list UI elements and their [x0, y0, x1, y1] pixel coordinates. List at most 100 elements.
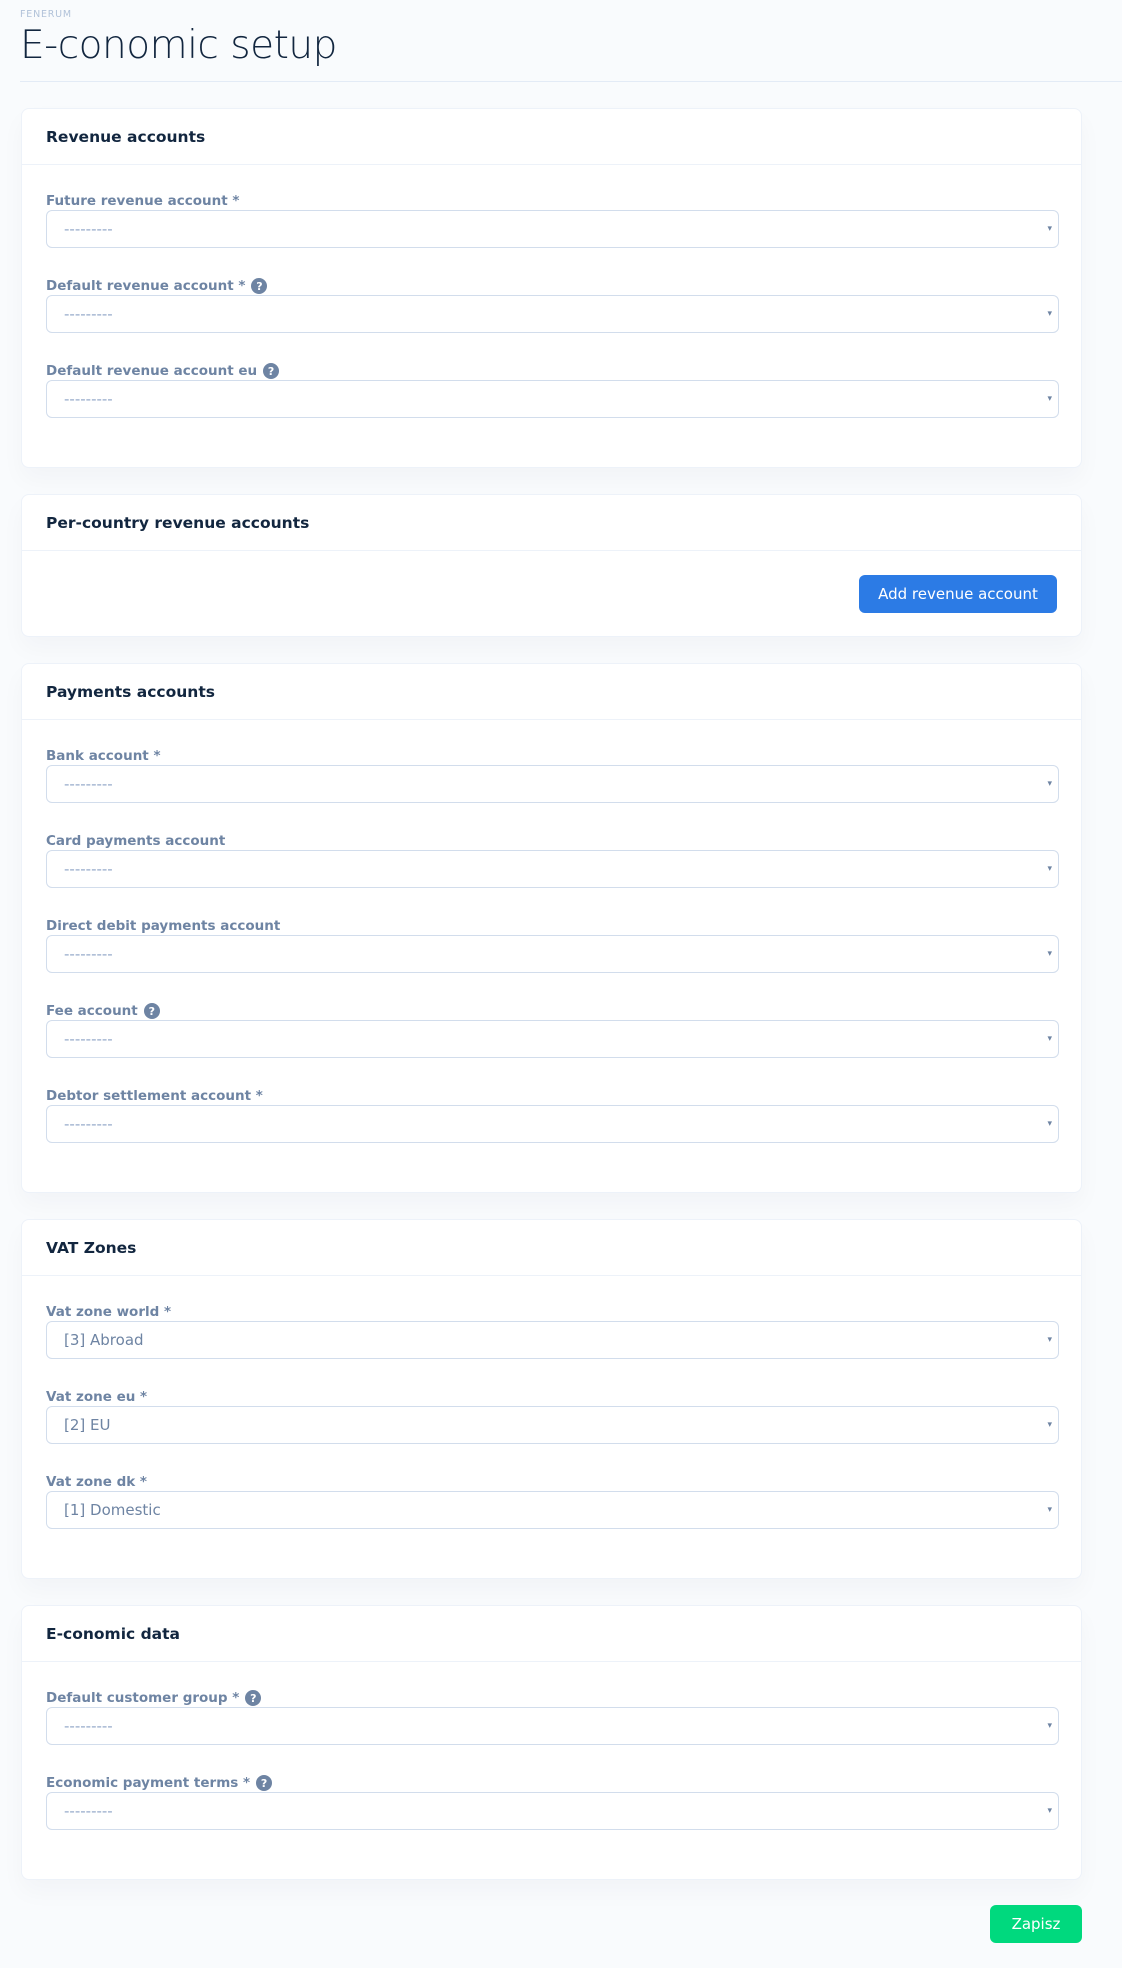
caret-down-icon: ▾	[1047, 224, 1052, 234]
question-circle-icon[interactable]: ?	[143, 1003, 160, 1019]
question-circle-icon[interactable]: ?	[251, 278, 268, 294]
caret-down-icon: ▾	[1047, 1034, 1052, 1044]
default-revenue-account-eu-field: Default revenue account eu? --------- ▾	[46, 361, 1059, 446]
field-label-text: Fee account	[46, 1003, 138, 1019]
per-country-revenue-card: Per-country revenue accounts Add revenue…	[21, 494, 1082, 637]
future-revenue-account-select[interactable]: --------- ▾	[46, 210, 1059, 248]
field-label: Default customer group *?	[46, 1688, 262, 1708]
card-title: E-conomic data	[46, 1624, 181, 1643]
debtor-settlement-account-select[interactable]: --------- ▾	[46, 1105, 1059, 1143]
field-label: Debtor settlement account *	[46, 1086, 263, 1106]
card-payments-account-field: Card payments account --------- ▾	[46, 831, 1059, 916]
select-value: ---------	[64, 305, 113, 323]
field-label: Fee account?	[46, 1001, 160, 1021]
vat-zone-world-select[interactable]: [3] Abroad ▾	[46, 1321, 1059, 1359]
economic-payment-terms-field: Economic payment terms *? --------- ▾	[46, 1773, 1059, 1858]
field-label: Vat zone dk *	[46, 1472, 147, 1492]
select-value: ---------	[64, 860, 113, 878]
field-label: Direct debit payments account	[46, 916, 280, 936]
add-revenue-account-button[interactable]: Add revenue account	[859, 575, 1057, 613]
field-label: Economic payment terms *?	[46, 1773, 273, 1793]
page-pretitle: FENERUM	[20, 9, 72, 20]
field-label: Future revenue account *	[46, 191, 239, 211]
field-label: Vat zone world *	[46, 1302, 171, 1322]
future-revenue-account-field: Future revenue account * --------- ▾	[46, 191, 1059, 276]
card-body: Future revenue account * --------- ▾ Def…	[22, 165, 1081, 446]
card-payments-account-select[interactable]: --------- ▾	[46, 850, 1059, 888]
caret-down-icon: ▾	[1047, 1420, 1052, 1430]
field-label-text: Default customer group *	[46, 1690, 240, 1706]
card-header: Revenue accounts	[22, 109, 1081, 165]
question-circle-icon[interactable]: ?	[245, 1690, 262, 1706]
field-label-text: Future revenue account *	[46, 193, 240, 209]
field-label-text: Vat zone eu *	[46, 1389, 148, 1405]
economic-data-card: E-conomic data Default customer group *?…	[21, 1605, 1082, 1880]
question-circle-icon[interactable]: ?	[263, 363, 280, 379]
field-label-text: Vat zone world *	[46, 1304, 172, 1320]
field-label: Bank account *	[46, 746, 161, 766]
card-body: Vat zone world * [3] Abroad ▾ Vat zone e…	[22, 1276, 1081, 1557]
card-header: Payments accounts	[22, 664, 1081, 720]
card-body: Add revenue account	[22, 551, 1081, 637]
field-label-text: Bank account *	[46, 748, 161, 764]
field-label-text: Card payments account	[46, 833, 226, 849]
select-value: ---------	[64, 1802, 113, 1820]
default-revenue-account-eu-select[interactable]: --------- ▾	[46, 380, 1059, 418]
card-title: Revenue accounts	[46, 127, 206, 146]
vat-zone-dk-select[interactable]: [1] Domestic ▾	[46, 1491, 1059, 1529]
card-header: VAT Zones	[22, 1220, 1081, 1276]
select-value: ---------	[64, 945, 113, 963]
select-value: ---------	[64, 1030, 113, 1048]
select-value: [1] Domestic	[64, 1501, 161, 1519]
fee-account-field: Fee account? --------- ▾	[46, 1001, 1059, 1086]
card-title: VAT Zones	[46, 1238, 137, 1257]
select-value: ---------	[64, 220, 113, 238]
select-value: [3] Abroad	[64, 1331, 144, 1349]
caret-down-icon: ▾	[1047, 1119, 1052, 1129]
field-label-text: Vat zone dk *	[46, 1474, 147, 1490]
default-revenue-account-field: Default revenue account *? --------- ▾	[46, 276, 1059, 361]
vat-zones-card: VAT Zones Vat zone world * [3] Abroad ▾ …	[21, 1219, 1082, 1579]
economic-payment-terms-select[interactable]: --------- ▾	[46, 1792, 1059, 1830]
card-header: E-conomic data	[22, 1606, 1081, 1662]
field-label-text: Direct debit payments account	[46, 918, 281, 934]
select-value: ---------	[64, 1115, 113, 1133]
direct-debit-payments-account-field: Direct debit payments account --------- …	[46, 916, 1059, 1001]
caret-down-icon: ▾	[1047, 1806, 1052, 1816]
page-title: E-conomic setup	[20, 23, 337, 68]
default-customer-group-select[interactable]: --------- ▾	[46, 1707, 1059, 1745]
direct-debit-payments-account-select[interactable]: --------- ▾	[46, 935, 1059, 973]
caret-down-icon: ▾	[1047, 1721, 1052, 1731]
field-label: Card payments account	[46, 831, 225, 851]
default-customer-group-field: Default customer group *? --------- ▾	[46, 1688, 1059, 1773]
field-label-text: Economic payment terms *	[46, 1775, 251, 1791]
caret-down-icon: ▾	[1047, 949, 1052, 959]
caret-down-icon: ▾	[1047, 1505, 1052, 1515]
default-revenue-account-select[interactable]: --------- ▾	[46, 295, 1059, 333]
caret-down-icon: ▾	[1047, 864, 1052, 874]
page-header: FENERUM E-conomic setup	[20, 0, 1122, 82]
caret-down-icon: ▾	[1047, 779, 1052, 789]
field-label: Default revenue account eu?	[46, 361, 280, 381]
vat-zone-world-field: Vat zone world * [3] Abroad ▾	[46, 1302, 1059, 1387]
revenue-accounts-card: Revenue accounts Future revenue account …	[21, 108, 1082, 468]
vat-zone-eu-select[interactable]: [2] EU ▾	[46, 1406, 1059, 1444]
caret-down-icon: ▾	[1047, 1335, 1052, 1345]
card-body: Bank account * --------- ▾ Card payments…	[22, 720, 1081, 1171]
card-title: Payments accounts	[46, 682, 215, 701]
select-value: ---------	[64, 1717, 113, 1735]
field-label: Default revenue account *?	[46, 276, 268, 296]
card-body: Default customer group *? --------- ▾ Ec…	[22, 1662, 1081, 1858]
field-label-text: Default revenue account *	[46, 278, 246, 294]
page: FENERUM E-conomic setup Revenue accounts…	[0, 0, 1122, 1968]
fee-account-select[interactable]: --------- ▾	[46, 1020, 1059, 1058]
field-label-text: Default revenue account eu	[46, 363, 258, 379]
vat-zone-dk-field: Vat zone dk * [1] Domestic ▾	[46, 1472, 1059, 1557]
caret-down-icon: ▾	[1047, 309, 1052, 319]
select-value: [2] EU	[64, 1416, 111, 1434]
caret-down-icon: ▾	[1047, 394, 1052, 404]
question-circle-icon[interactable]: ?	[256, 1775, 273, 1791]
field-label-text: Debtor settlement account *	[46, 1088, 263, 1104]
bank-account-select[interactable]: --------- ▾	[46, 765, 1059, 803]
save-button[interactable]: Zapisz	[990, 1905, 1082, 1943]
